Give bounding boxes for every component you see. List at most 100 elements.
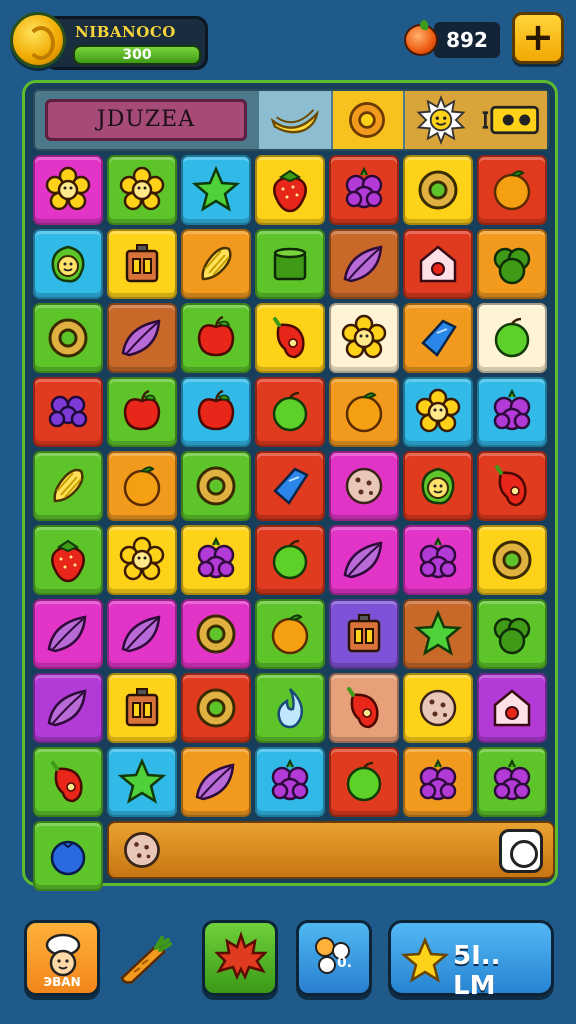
tile-gem[interactable] <box>255 451 325 521</box>
tile-lime[interactable] <box>255 525 325 595</box>
tile-flower[interactable] <box>107 155 177 225</box>
tile-orange[interactable] <box>477 155 547 225</box>
tile-pepper[interactable] <box>33 747 103 817</box>
tile-lettuce[interactable] <box>477 599 547 669</box>
tile-face-leaf[interactable] <box>403 451 473 521</box>
tile-lettuce[interactable] <box>477 229 547 299</box>
tile-house[interactable] <box>403 229 473 299</box>
tile-cup[interactable] <box>255 229 325 299</box>
tile-strawberry[interactable] <box>255 155 325 225</box>
berry-icon <box>493 758 531 801</box>
tile-orange[interactable] <box>107 451 177 521</box>
tile-star[interactable] <box>181 155 251 225</box>
tile-berry[interactable] <box>477 747 547 817</box>
add-currency-button[interactable]: + <box>512 12 564 64</box>
leaf-icon <box>195 763 235 801</box>
tile-flower[interactable] <box>329 303 399 373</box>
tile-donut[interactable] <box>403 155 473 225</box>
tile-grape[interactable] <box>33 377 103 447</box>
tile-berry[interactable] <box>477 377 547 447</box>
apple-icon <box>123 389 161 431</box>
lime-icon <box>346 761 382 802</box>
tile-leaf[interactable] <box>329 525 399 595</box>
tile-lime[interactable] <box>329 747 399 817</box>
face-leaf-icon <box>51 245 85 283</box>
tile-donut[interactable] <box>181 451 251 521</box>
tile-apple[interactable] <box>181 377 251 447</box>
orange-icon <box>271 614 309 655</box>
tile-leaf[interactable] <box>107 303 177 373</box>
bubbles-icon <box>315 937 350 974</box>
lime-icon <box>272 391 308 432</box>
bonus-slot[interactable] <box>405 91 547 149</box>
tile-apple[interactable] <box>181 303 251 373</box>
tile-apple[interactable] <box>107 377 177 447</box>
chef-booster-button[interactable]: ЭBAN <box>24 920 100 996</box>
gem-icon <box>273 467 309 505</box>
gem-icon <box>421 319 457 357</box>
grape-icon <box>48 395 88 428</box>
currency-panel: 892 + <box>404 12 564 66</box>
tile-pepper[interactable] <box>329 673 399 743</box>
tile-leaf[interactable] <box>33 673 103 743</box>
strawberry-icon <box>273 169 307 213</box>
tile-cookie[interactable] <box>329 451 399 521</box>
tile-box[interactable] <box>329 599 399 669</box>
apple-icon <box>197 389 235 431</box>
tile-cookie[interactable] <box>403 673 473 743</box>
bubble-booster-button[interactable]: 0. <box>296 920 372 996</box>
camera-icon[interactable] <box>499 829 543 873</box>
chef-label: ЭBAN <box>43 975 81 989</box>
tile-leaf[interactable] <box>107 599 177 669</box>
cookie-icon <box>345 467 383 505</box>
tile-leaf[interactable] <box>329 229 399 299</box>
tile-berry[interactable] <box>403 747 473 817</box>
tile-house[interactable] <box>477 673 547 743</box>
tile-blueberry[interactable] <box>33 821 103 891</box>
tile-star[interactable] <box>403 599 473 669</box>
leaf-icon <box>121 615 161 653</box>
donut-icon <box>48 318 88 358</box>
cookie-icon[interactable] <box>119 827 165 873</box>
tile-lime[interactable] <box>255 377 325 447</box>
tile-leaf[interactable] <box>33 599 103 669</box>
leaf-booster-button[interactable] <box>202 920 278 996</box>
tile-donut[interactable] <box>181 673 251 743</box>
tile-strawberry[interactable] <box>33 525 103 595</box>
tile-corn[interactable] <box>33 451 103 521</box>
tile-donut[interactable] <box>33 303 103 373</box>
tile-donut[interactable] <box>477 525 547 595</box>
player-name: NIBANOCO <box>75 23 176 41</box>
donut-icon <box>196 614 236 654</box>
tile-corn[interactable] <box>181 229 251 299</box>
tile-orange[interactable] <box>329 377 399 447</box>
tile-berry[interactable] <box>329 155 399 225</box>
carrot-icon[interactable] <box>116 934 174 986</box>
tile-berry[interactable] <box>255 747 325 817</box>
flower-icon <box>415 388 461 433</box>
banana-slot[interactable] <box>259 91 331 149</box>
tile-flame[interactable] <box>255 673 325 743</box>
donut-slot[interactable] <box>333 91 403 149</box>
tile-pepper[interactable] <box>477 451 547 521</box>
tile-face-leaf[interactable] <box>33 229 103 299</box>
tile-berry[interactable] <box>181 525 251 595</box>
tile-leaf[interactable] <box>181 747 251 817</box>
tile-flower[interactable] <box>403 377 473 447</box>
apple-icon <box>197 315 235 357</box>
tile-pepper[interactable] <box>255 303 325 373</box>
tile-star[interactable] <box>107 747 177 817</box>
tile-box[interactable] <box>107 229 177 299</box>
coin-icon[interactable] <box>10 12 66 68</box>
donut-icon <box>349 102 385 138</box>
tile-flower[interactable] <box>107 525 177 595</box>
tile-box[interactable] <box>107 673 177 743</box>
tile-lime[interactable] <box>477 303 547 373</box>
tile-donut[interactable] <box>181 599 251 669</box>
tile-berry[interactable] <box>403 525 473 595</box>
play-button[interactable]: 5I.. LM <box>388 920 554 1001</box>
tile-orange[interactable] <box>255 599 325 669</box>
tile-flower[interactable] <box>33 155 103 225</box>
tile-gem[interactable] <box>403 303 473 373</box>
box-icon <box>125 244 159 283</box>
